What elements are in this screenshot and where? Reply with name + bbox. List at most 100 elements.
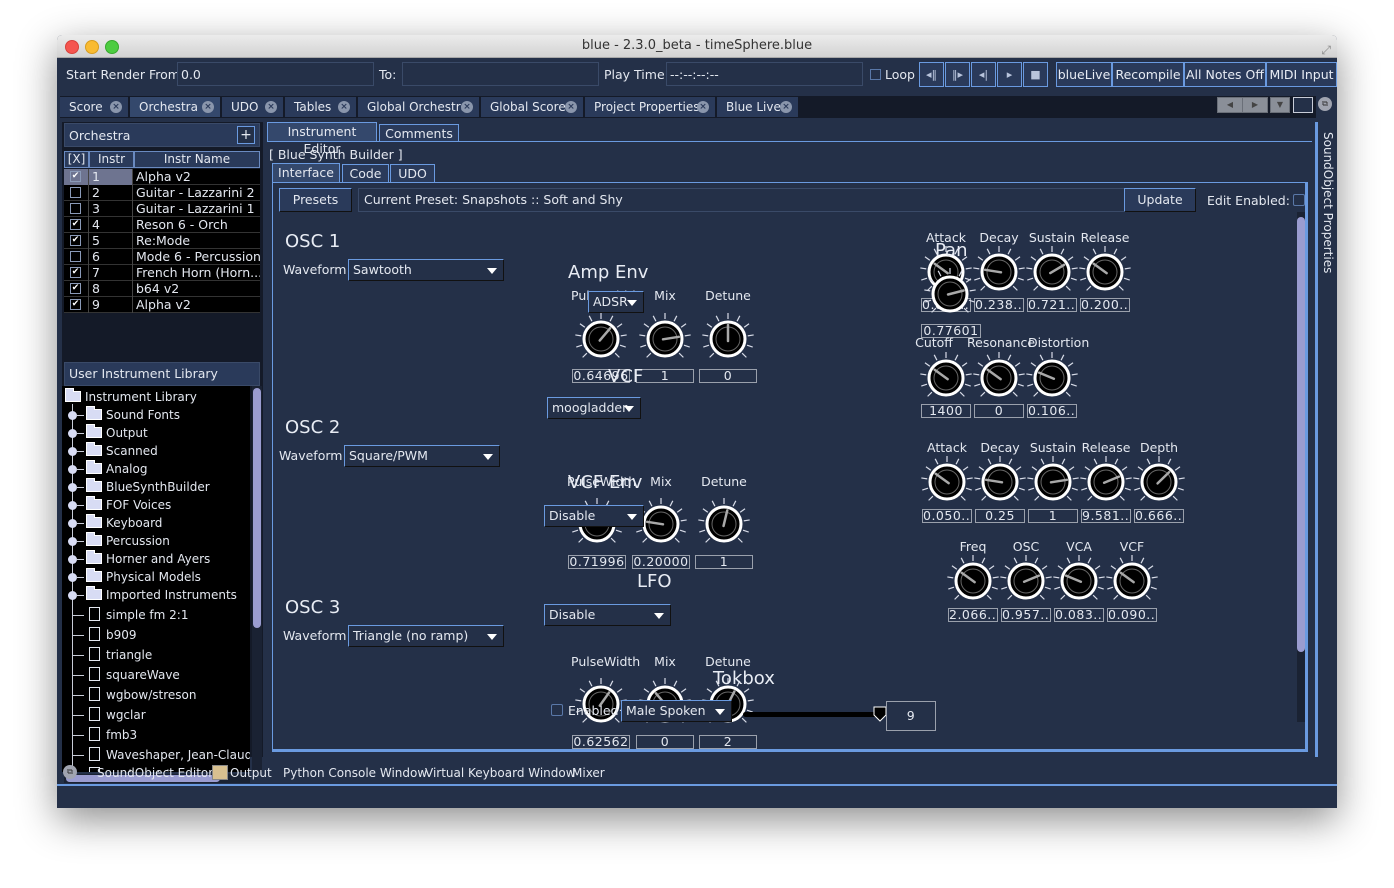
library-vertical-scrollbar[interactable]: [252, 386, 262, 772]
tab-blue-live[interactable]: Blue Live ×: [717, 97, 799, 117]
tab-score[interactable]: Score ×: [60, 97, 129, 117]
knob-vcf_env-decay[interactable]: [972, 454, 1028, 510]
subtab-code[interactable]: Code: [342, 164, 389, 182]
value-field-pulsewidth[interactable]: 0.71996: [568, 555, 626, 569]
table-row[interactable]: ✔ 4 Reson 6 - Orch: [64, 217, 260, 233]
knob-lfo-vca[interactable]: [1051, 553, 1107, 609]
value-field-sustain[interactable]: 0.721...: [1027, 298, 1077, 312]
tree-instrument[interactable]: b909: [89, 626, 137, 644]
value-field-vcf[interactable]: 0.090...: [1107, 608, 1157, 622]
update-button[interactable]: Update: [1124, 188, 1196, 212]
column-header-name[interactable]: Instr Name: [134, 151, 260, 168]
tree-instrument[interactable]: wgbow/streson: [89, 686, 196, 704]
zoom-window-button[interactable]: [105, 40, 119, 54]
knob-vcf-distortion[interactable]: [1024, 350, 1080, 406]
tab-list-dropdown-icon[interactable]: ▼: [1270, 97, 1290, 113]
value-field-cutoff[interactable]: 1400: [921, 404, 971, 418]
tree-instrument[interactable]: squareWave: [89, 666, 180, 684]
instrument-enabled-checkbox[interactable]: ✔: [70, 235, 81, 246]
bluelive-button[interactable]: blueLive: [1056, 62, 1112, 87]
tokbox-enabled-checkbox[interactable]: [551, 704, 563, 716]
osc2-waveform-dropdown[interactable]: Square/PWM: [344, 445, 500, 467]
tree-folder[interactable]: Percussion: [86, 532, 170, 550]
tokbox-slider-track[interactable]: [743, 712, 883, 717]
knob-osc1-pulsewidth[interactable]: [573, 311, 629, 367]
mixer-button[interactable]: Mixer: [572, 766, 605, 780]
lfo-mode-dropdown[interactable]: Disable: [544, 604, 671, 626]
value-field-detune[interactable]: 0: [699, 369, 757, 383]
restore-icon[interactable]: ⧉: [63, 765, 77, 779]
knob-pan[interactable]: [922, 266, 978, 322]
value-field-decay[interactable]: 0.238...: [974, 298, 1024, 312]
value-field-detune[interactable]: 1: [695, 555, 753, 569]
tab-global-orchestra[interactable]: Global Orchestra ×: [358, 97, 480, 117]
virtual-keyboard-button[interactable]: Virtual Keyboard Window: [425, 766, 576, 780]
value-field-release[interactable]: 0.200...: [1080, 298, 1130, 312]
tree-folder[interactable]: Horner and Ayers: [86, 550, 210, 568]
tab-orchestra[interactable]: Orchestra ×: [130, 97, 221, 117]
play-icon[interactable]: ▸: [997, 62, 1022, 87]
instrument-enabled-checkbox[interactable]: ✔: [70, 171, 81, 182]
tokbox-value-field[interactable]: 9: [886, 701, 936, 731]
instrument-library-tree[interactable]: Instrument Library Sound Fonts Output Scann…: [62, 386, 250, 772]
value-field-sustain[interactable]: 1: [1028, 509, 1078, 523]
table-row[interactable]: 6 Mode 6 - Percussion: [64, 249, 260, 265]
tab-udo[interactable]: UDO ×: [222, 97, 284, 117]
close-tab-icon[interactable]: ×: [565, 101, 577, 113]
scrollbar-thumb[interactable]: [253, 388, 261, 628]
tree-folder[interactable]: Scanned: [86, 442, 158, 460]
knob-vcf_env-sustain[interactable]: [1025, 454, 1081, 510]
render-to-input[interactable]: [402, 62, 599, 86]
tree-instrument[interactable]: simple fm 2:1: [89, 606, 188, 624]
start-render-input[interactable]: 0.0: [177, 62, 374, 86]
tree-folder[interactable]: FOF Voices: [86, 496, 171, 514]
tree-folder[interactable]: Sound Fonts: [86, 406, 180, 424]
presets-button[interactable]: Presets: [279, 188, 352, 212]
instrument-enabled-checkbox[interactable]: ✔: [70, 267, 81, 278]
loop-checkbox[interactable]: [870, 69, 881, 80]
column-header-enabled[interactable]: [X]: [64, 151, 89, 168]
knob-amp_env-sustain[interactable]: [1024, 244, 1080, 300]
value-field-depth[interactable]: 0.666...: [1134, 509, 1184, 523]
table-row[interactable]: ✔ 1 Alpha v2: [64, 169, 260, 185]
knob-osc1-mix[interactable]: [637, 311, 693, 367]
instrument-enabled-checkbox[interactable]: ✔: [70, 219, 81, 230]
interface-vertical-scrollbar[interactable]: [1297, 212, 1305, 722]
value-field-mix[interactable]: 0: [636, 735, 694, 749]
tab-comments[interactable]: Comments: [379, 124, 459, 141]
tree-folder[interactable]: BlueSynthBuilder: [86, 478, 210, 496]
value-field-detune[interactable]: 2: [699, 735, 757, 749]
close-tab-icon[interactable]: ×: [461, 101, 473, 113]
close-tab-icon[interactable]: ×: [338, 101, 350, 113]
knob-vcf_env-release[interactable]: [1078, 454, 1134, 510]
stop-icon[interactable]: ■: [1023, 62, 1048, 87]
knob-amp_env-decay[interactable]: [971, 244, 1027, 300]
instrument-enabled-checkbox[interactable]: [70, 187, 81, 198]
tab-tables[interactable]: Tables ×: [285, 97, 357, 117]
tree-folder[interactable]: Output: [86, 424, 148, 442]
close-tab-icon[interactable]: ×: [780, 101, 792, 113]
knob-amp_env-release[interactable]: [1077, 244, 1133, 300]
output-button[interactable]: Output: [230, 766, 272, 780]
knob-lfo-vcf[interactable]: [1104, 553, 1160, 609]
close-tab-icon[interactable]: ×: [202, 101, 214, 113]
tab-project-properties[interactable]: Project Properties ×: [585, 97, 716, 117]
tree-instrument[interactable]: fmb3: [89, 726, 137, 744]
add-instrument-button[interactable]: +: [237, 126, 255, 144]
tree-instrument[interactable]: triangle: [89, 646, 152, 664]
table-row[interactable]: ✔ 9 Alpha v2: [64, 297, 260, 313]
knob-vcf_env-depth[interactable]: [1131, 454, 1187, 510]
rewind-to-start-icon[interactable]: ◂‖: [919, 62, 944, 87]
tree-folder[interactable]: Keyboard: [86, 514, 162, 532]
soundobject-properties-sidebar[interactable]: SoundObject Properties: [1315, 122, 1337, 757]
vcf-env-mode-dropdown[interactable]: Disable: [544, 505, 644, 527]
forward-icon[interactable]: ‖▸: [945, 62, 970, 87]
instrument-enabled-checkbox[interactable]: [70, 251, 81, 262]
scrollbar-thumb[interactable]: [1297, 217, 1305, 652]
amp-env-mode-dropdown[interactable]: ADSR: [588, 291, 644, 313]
tree-root-instrument-library[interactable]: Instrument Library: [65, 388, 197, 406]
table-row[interactable]: ✔ 7 French Horn (Horn...: [64, 265, 260, 281]
close-tab-icon[interactable]: ×: [697, 101, 709, 113]
close-window-button[interactable]: [65, 40, 79, 54]
value-field-attack[interactable]: 0.050...: [922, 509, 972, 523]
